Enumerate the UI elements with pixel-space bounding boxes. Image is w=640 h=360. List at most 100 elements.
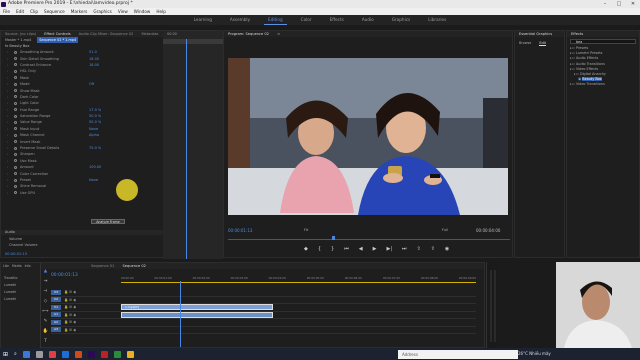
windows-start-icon[interactable]: ⊞ xyxy=(3,351,8,358)
tab-sequence-02[interactable]: Sequence 02 xyxy=(122,263,145,269)
expand-chevron-icon[interactable]: › xyxy=(7,82,11,86)
stopwatch-icon[interactable] xyxy=(14,184,17,188)
play-icon[interactable]: ▶ xyxy=(373,246,377,252)
program-timecode[interactable]: 00:00:01:13 xyxy=(228,228,252,233)
menu-window[interactable]: Window xyxy=(134,8,151,15)
workspace-effects[interactable]: Effects xyxy=(326,17,348,25)
menu-graphics[interactable]: Graphics xyxy=(93,8,112,15)
maximize-button[interactable]: □ xyxy=(612,0,626,8)
word-icon[interactable] xyxy=(61,350,69,358)
parameter-value[interactable]: 51.0 xyxy=(89,50,97,54)
premiere-taskbar-icon[interactable] xyxy=(87,350,95,358)
expand-chevron-icon[interactable]: › xyxy=(7,159,11,163)
program-monitor-title[interactable]: Program: Sequence 02 xyxy=(228,31,269,37)
ripple-edit-tool-icon[interactable]: ⊣ xyxy=(44,289,48,294)
stopwatch-icon[interactable] xyxy=(14,172,17,176)
parameter-value[interactable]: None xyxy=(89,127,98,131)
weather-status[interactable]: 26°C Nhiều mây xyxy=(518,351,551,356)
project-item[interactable]: Lumetri xyxy=(4,282,40,289)
stopwatch-icon[interactable] xyxy=(14,178,17,182)
workspace-assembly[interactable]: Assembly xyxy=(226,17,254,25)
expand-chevron-icon[interactable]: › xyxy=(7,165,11,169)
workspace-audio[interactable]: Audio xyxy=(358,17,378,25)
menu-view[interactable]: View xyxy=(118,8,128,15)
stopwatch-icon[interactable] xyxy=(14,108,17,112)
parameter-value[interactable]: Off xyxy=(89,82,94,86)
tab-browse[interactable]: Browse xyxy=(519,41,531,46)
track-target-label[interactable]: A3 xyxy=(51,327,61,333)
file-explorer-icon[interactable] xyxy=(35,350,43,358)
search-icon[interactable]: ⌕ xyxy=(14,351,17,357)
expand-chevron-icon[interactable]: › xyxy=(7,89,11,93)
powerpoint-icon[interactable] xyxy=(74,350,82,358)
stopwatch-icon[interactable] xyxy=(14,114,17,118)
effect-controls-timeline[interactable]: 00:00 xyxy=(163,31,223,259)
expand-chevron-icon[interactable]: › xyxy=(7,63,11,67)
parameter-value[interactable]: 50.0 % xyxy=(89,120,101,124)
razor-tool-icon[interactable]: ◇ xyxy=(44,299,47,304)
stopwatch-icon[interactable] xyxy=(14,152,17,156)
parameter-value[interactable]: 75.0 % xyxy=(89,146,101,150)
menu-icon[interactable]: ≡ xyxy=(277,31,280,37)
expand-chevron-icon[interactable]: › xyxy=(7,146,11,150)
menu-markers[interactable]: Markers xyxy=(71,8,88,15)
stopwatch-icon[interactable] xyxy=(14,191,17,195)
stopwatch-icon[interactable] xyxy=(14,50,17,54)
parameter-value[interactable]: 17.0 % xyxy=(89,108,101,112)
expand-chevron-icon[interactable]: › xyxy=(7,191,11,195)
expand-chevron-icon[interactable]: › xyxy=(7,76,11,80)
audio-row-channel-volume[interactable]: Channel Volume xyxy=(9,242,38,248)
expand-chevron-icon[interactable]: › xyxy=(7,114,11,118)
track-target-label[interactable]: V1 xyxy=(51,304,61,310)
track-toggle-icons[interactable]: 🔒 ⊞ ◉ xyxy=(64,305,114,309)
lift-icon[interactable]: ⇧ xyxy=(417,246,421,252)
track-toggle-icons[interactable]: 🔒 ⊞ ◉ xyxy=(64,328,114,332)
acrobat-icon[interactable] xyxy=(100,350,108,358)
pen-tool-icon[interactable]: ✎ xyxy=(44,319,48,324)
timeline-track[interactable]: A1 🔒 ⊞ ◉ xyxy=(51,311,476,319)
track-select-tool-icon[interactable]: ⇥ xyxy=(44,279,48,284)
folder-icon[interactable] xyxy=(126,350,134,358)
slip-tool-icon[interactable]: ⟷ xyxy=(42,309,48,314)
stopwatch-icon[interactable] xyxy=(14,76,17,80)
frame-back-icon[interactable]: ◀ xyxy=(359,246,363,252)
expand-chevron-icon[interactable]: › xyxy=(7,172,11,176)
stopwatch-icon[interactable] xyxy=(14,89,17,93)
quality-dropdown[interactable]: Full xyxy=(442,228,448,232)
timeline-ruler[interactable]: 00:00:00 00:00:01:00 00:00:02:00 00:00:03:0… xyxy=(121,276,476,281)
timeline-track[interactable]: V1 🔒 ⊞ ◉ 1.mp4[V] xyxy=(51,304,476,312)
tab-edit[interactable]: Edit xyxy=(539,41,546,46)
project-item[interactable]: Lumetri xyxy=(4,296,40,303)
excel-icon[interactable] xyxy=(113,350,121,358)
effect-playhead[interactable] xyxy=(186,39,187,259)
expand-chevron-icon[interactable]: › xyxy=(7,101,11,105)
tab-metadata[interactable]: Metadata xyxy=(141,31,158,37)
track-toggle-icons[interactable]: 🔒 ⊞ ◉ xyxy=(64,313,114,317)
close-button[interactable]: ✕ xyxy=(626,0,640,8)
stopwatch-icon[interactable] xyxy=(14,57,17,61)
stopwatch-icon[interactable] xyxy=(14,159,17,163)
menu-file[interactable]: File xyxy=(3,8,10,15)
effect-controls-timecode[interactable]: 00:00:01:13 xyxy=(5,252,27,256)
stopwatch-icon[interactable] xyxy=(14,165,17,169)
expand-chevron-icon[interactable]: › xyxy=(7,127,11,131)
stopwatch-icon[interactable] xyxy=(14,63,17,67)
video-clip[interactable]: 1.mp4[V] xyxy=(121,304,273,311)
workspace-libraries[interactable]: Libraries xyxy=(424,17,450,25)
frame-forward-icon[interactable]: ▶| xyxy=(386,246,392,252)
selection-tool-icon[interactable]: ▲ xyxy=(44,269,47,274)
track-target-label[interactable]: V2 xyxy=(51,297,61,303)
menu-sequence[interactable]: Sequence xyxy=(44,8,65,15)
program-playhead[interactable] xyxy=(332,236,335,240)
step-forward-icon[interactable]: ⏭ xyxy=(402,246,407,252)
workspace-learning[interactable]: Learning xyxy=(190,17,216,25)
work-area-bar[interactable] xyxy=(121,282,476,283)
expand-chevron-icon[interactable]: › xyxy=(7,95,11,99)
parameter-value[interactable]: 100.00 xyxy=(89,165,101,169)
parameter-value[interactable]: 18.00 xyxy=(89,63,99,67)
stopwatch-icon[interactable] xyxy=(14,69,17,73)
parameter-value[interactable]: 18.00 xyxy=(89,57,99,61)
menu-clip[interactable]: Clip xyxy=(30,8,38,15)
timeline-track[interactable]: V3 🔒 ⊞ ◉ xyxy=(51,289,476,297)
expand-chevron-icon[interactable]: › xyxy=(7,50,11,54)
